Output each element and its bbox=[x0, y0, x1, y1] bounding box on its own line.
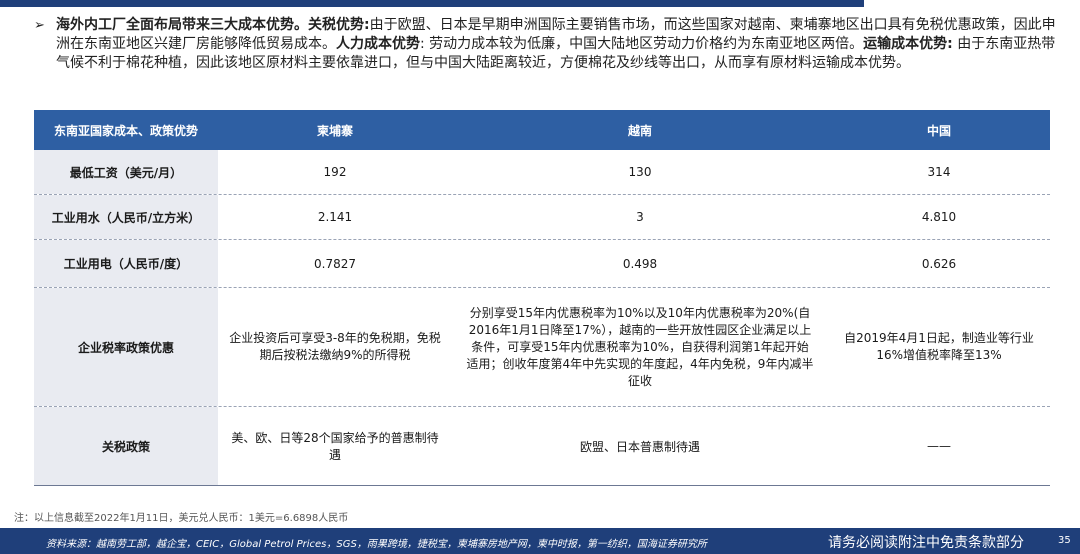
cell-vietnam: 欧盟、日本普惠制待遇 bbox=[579, 439, 700, 454]
header-vietnam: 越南 bbox=[627, 123, 652, 138]
row-label: 企业税率政策优惠 bbox=[34, 288, 218, 406]
row-label: 工业用水（人民币/立方米） bbox=[34, 195, 218, 239]
top-accent-bar bbox=[0, 0, 864, 7]
source-note: 资料来源：越南劳工部，越企宝，CEIC，Global Petrol Prices… bbox=[46, 539, 707, 550]
intro-heading: 海外内工厂全面布局带来三大成本优势。关税优势: bbox=[56, 17, 370, 33]
cell-vietnam: 3 bbox=[636, 210, 644, 224]
header-cambodia: 柬埔寨 bbox=[316, 123, 353, 138]
table-row: 工业用水（人民币/立方米） 2.141 3 4.810 bbox=[34, 195, 1050, 240]
row-label: 最低工资（美元/月） bbox=[34, 150, 218, 194]
table-row: 企业税率政策优惠 企业投资后可享受3-8年的免税期，免税期后按税法缴纳9%的所得… bbox=[34, 288, 1050, 407]
page-number: 35 bbox=[1058, 535, 1071, 546]
table-header-row: 东南亚国家成本、政策优势 柬埔寨 越南 中国 bbox=[34, 110, 1050, 150]
cell-vietnam: 分别享受15年内优惠税率为10%以及10年内优惠税率为20%(自2016年1月1… bbox=[466, 305, 814, 388]
footer-bar: 资料来源：越南劳工部，越企宝，CEIC，Global Petrol Prices… bbox=[0, 528, 1080, 554]
table-row: 工业用电（人民币/度） 0.7827 0.498 0.626 bbox=[34, 240, 1050, 288]
intro-heading-labor: 人力成本优势 bbox=[336, 36, 420, 52]
cost-comparison-table: 东南亚国家成本、政策优势 柬埔寨 越南 中国 最低工资（美元/月） 192 13… bbox=[34, 110, 1050, 486]
intro-text-labor: : 劳动力成本较为低廉，中国大陆地区劳动力价格约为东南亚地区两倍。 bbox=[420, 36, 864, 52]
cell-cambodia: 美、欧、日等28个国家给予的普惠制待遇 bbox=[231, 431, 439, 462]
cell-china: —— bbox=[927, 439, 951, 453]
cell-china: 314 bbox=[927, 165, 951, 179]
cell-china: 0.626 bbox=[921, 256, 957, 271]
cell-cambodia: 2.141 bbox=[317, 210, 353, 224]
header-china: 中国 bbox=[926, 123, 951, 138]
cell-cambodia: 192 bbox=[323, 165, 347, 179]
bullet-arrow-icon: ➢ bbox=[34, 18, 45, 33]
cell-china: 4.810 bbox=[921, 210, 957, 224]
cell-cambodia: 企业投资后可享受3-8年的免税期，免税期后按税法缴纳9%的所得税 bbox=[229, 331, 441, 362]
intro-heading-transport: 运输成本优势: bbox=[863, 36, 953, 52]
cell-cambodia: 0.7827 bbox=[314, 256, 356, 271]
header-category: 东南亚国家成本、政策优势 bbox=[34, 110, 218, 150]
row-label: 工业用电（人民币/度） bbox=[34, 240, 218, 287]
table-row: 最低工资（美元/月） 192 130 314 bbox=[34, 150, 1050, 195]
footnote: 注：以上信息截至2022年1月11日，美元兑人民币：1美元=6.6898人民币 bbox=[14, 513, 349, 524]
cell-china: 自2019年4月1日起，制造业等行业16%增值税率降至13% bbox=[844, 331, 1034, 362]
table-row: 关税政策 美、欧、日等28个国家给予的普惠制待遇 欧盟、日本普惠制待遇 —— bbox=[34, 407, 1050, 486]
disclaimer-text: 请务必阅读附注中免责条款部分 bbox=[828, 535, 1024, 551]
row-label: 关税政策 bbox=[34, 407, 218, 485]
cell-vietnam: 0.498 bbox=[622, 256, 658, 271]
cell-vietnam: 130 bbox=[628, 165, 652, 179]
intro-paragraph: ➢ 海外内工厂全面布局带来三大成本优势。关税优势:由于欧盟、日本是早期申洲国际主… bbox=[34, 16, 1056, 73]
